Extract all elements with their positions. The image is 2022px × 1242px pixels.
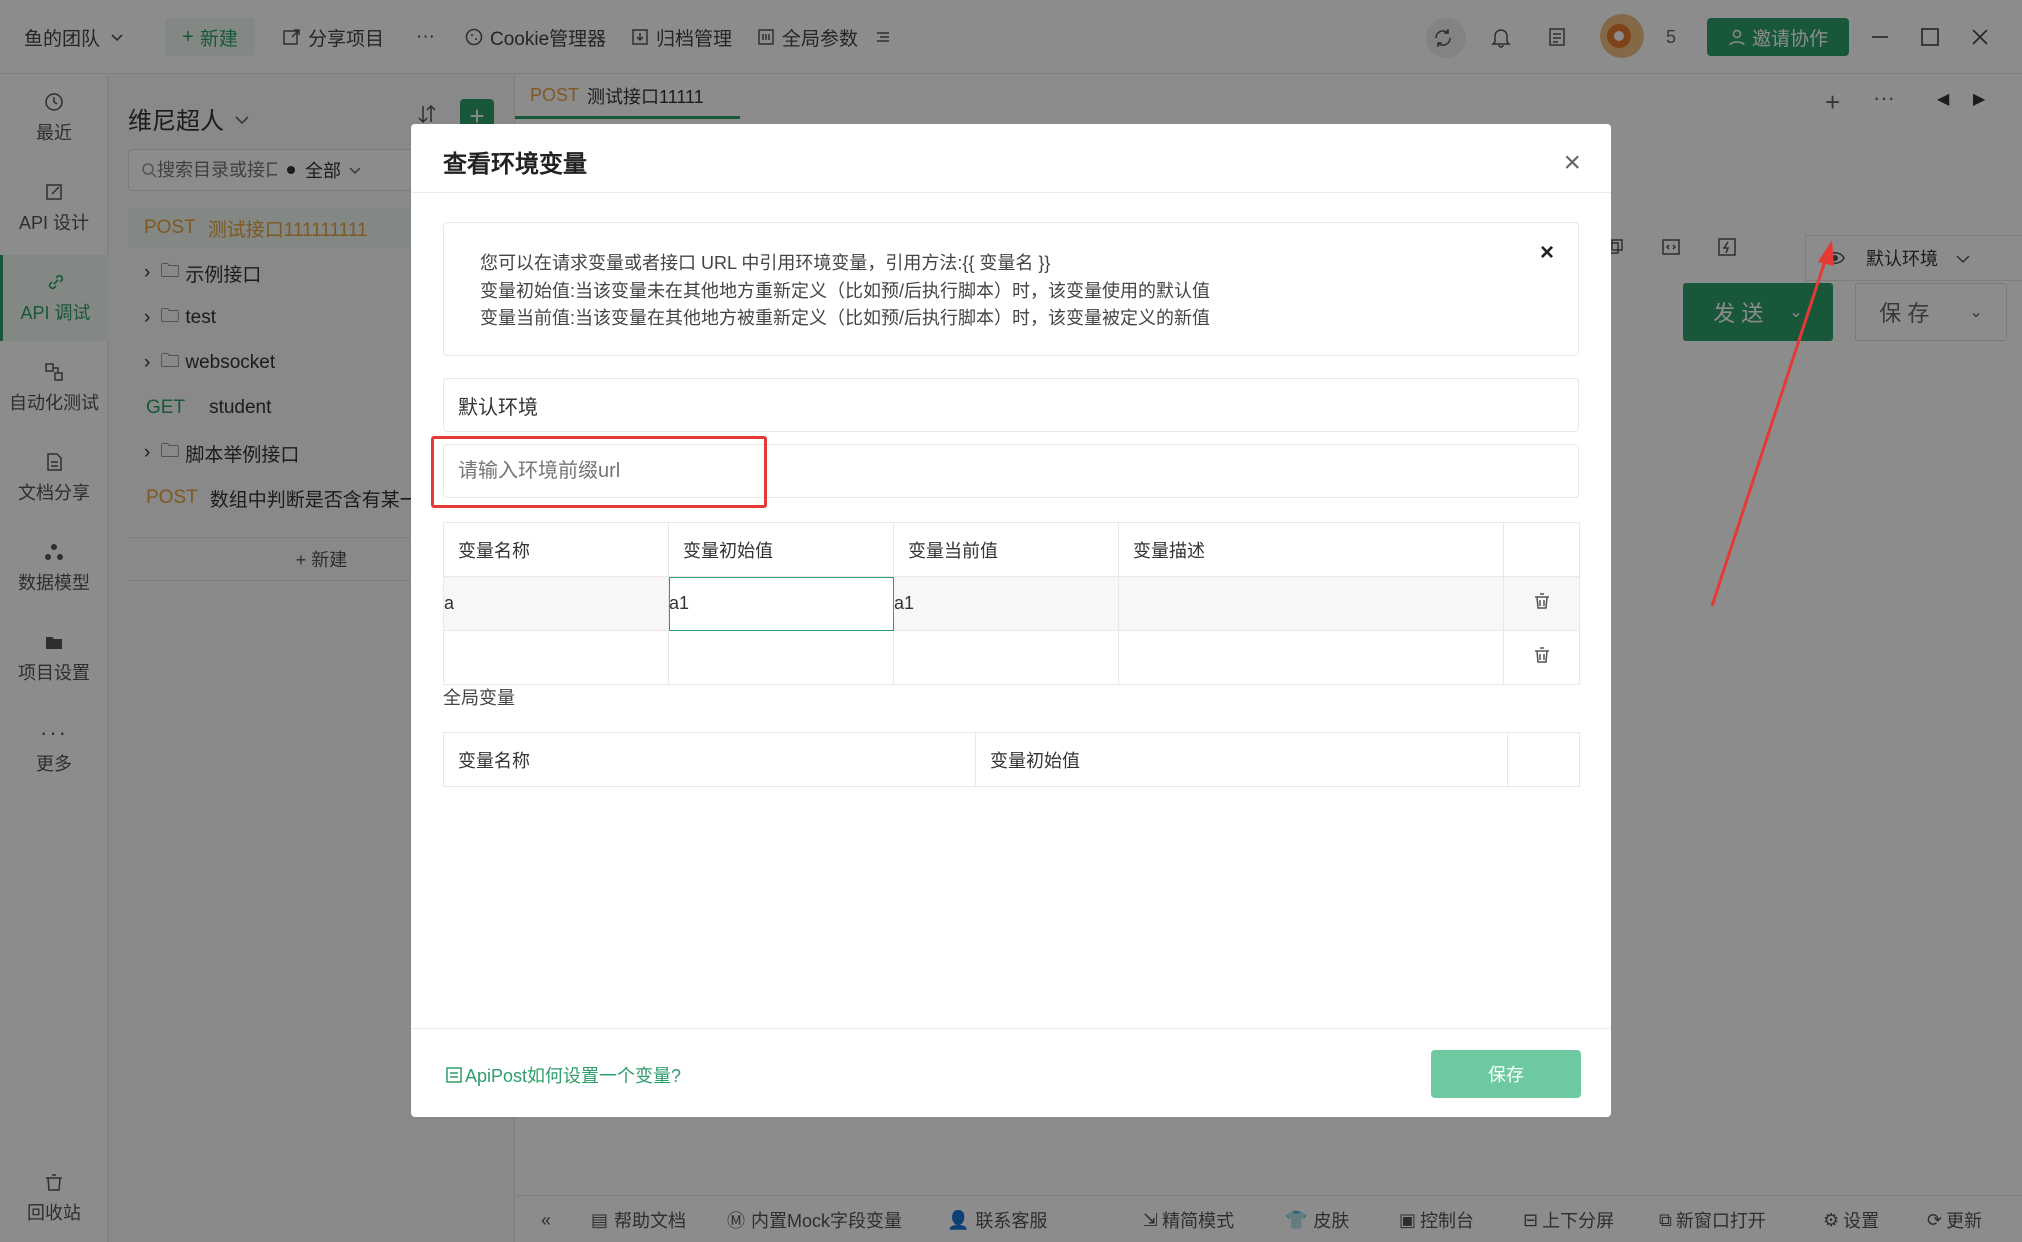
table-row (443, 630, 1580, 685)
trash-icon (1534, 647, 1549, 663)
modal-divider (411, 192, 1611, 193)
global-vars-label: 全局变量 (443, 688, 515, 708)
column-header-actions (1503, 522, 1580, 577)
notice-line: 变量初始值:当该变量未在其他地方重新定义（比如预/后执行脚本）时，该变量使用的默… (480, 281, 1210, 301)
column-header: 变量初始值 (668, 522, 894, 577)
column-header-actions (1507, 732, 1580, 787)
env-name-field[interactable]: 默认环境 (443, 378, 1579, 432)
usage-notice: 您可以在请求变量或者接口 URL 中引用环境变量，引用方法:{{ 变量名 }} … (443, 222, 1579, 356)
table-header-row: 变量名称 变量初始值 (443, 732, 1580, 787)
var-name-cell[interactable] (443, 630, 669, 685)
delete-row-button[interactable] (1503, 630, 1580, 685)
help-link[interactable]: ApiPost如何设置一个变量? (445, 1062, 681, 1088)
modal-title: 查看环境变量 (443, 151, 587, 178)
column-header: 变量描述 (1118, 522, 1504, 577)
help-link-label: ApiPost如何设置一个变量? (465, 1066, 682, 1086)
column-header: 变量名称 (443, 522, 669, 577)
var-current-cell[interactable] (893, 630, 1119, 685)
var-desc-cell[interactable] (1118, 576, 1504, 631)
var-initial-cell[interactable] (668, 630, 894, 685)
save-button[interactable]: 保存 (1431, 1050, 1581, 1098)
env-variables-table: 变量名称 变量初始值 变量当前值 变量描述 a a1 a1 (443, 522, 1580, 685)
delete-row-button[interactable] (1503, 576, 1580, 631)
var-initial-cell[interactable]: a1 (668, 576, 894, 631)
annotation-highlight-box (431, 436, 767, 508)
var-current-cell[interactable]: a1 (893, 576, 1119, 631)
doc-icon (446, 1067, 462, 1083)
column-header: 变量名称 (443, 732, 976, 787)
env-variables-modal: 查看环境变量 × 您可以在请求变量或者接口 URL 中引用环境变量，引用方法:{… (411, 124, 1611, 1117)
footer-divider (411, 1028, 1611, 1029)
column-header: 变量当前值 (893, 522, 1119, 577)
var-name-cell[interactable]: a (443, 576, 669, 631)
notice-line: 您可以在请求变量或者接口 URL 中引用环境变量，引用方法:{{ 变量名 }} (480, 253, 1051, 273)
notice-close-icon[interactable]: × (1540, 239, 1554, 267)
close-icon[interactable]: × (1563, 146, 1581, 180)
table-header-row: 变量名称 变量初始值 变量当前值 变量描述 (443, 522, 1580, 577)
table-row: a a1 a1 (443, 576, 1580, 631)
trash-icon (1534, 593, 1549, 609)
var-desc-cell[interactable] (1118, 630, 1504, 685)
global-variables-table: 变量名称 变量初始值 (443, 732, 1580, 787)
column-header: 变量初始值 (975, 732, 1508, 787)
notice-line: 变量当前值:当该变量在其他地方被重新定义（比如预/后执行脚本）时，该变量被定义的… (480, 308, 1210, 328)
